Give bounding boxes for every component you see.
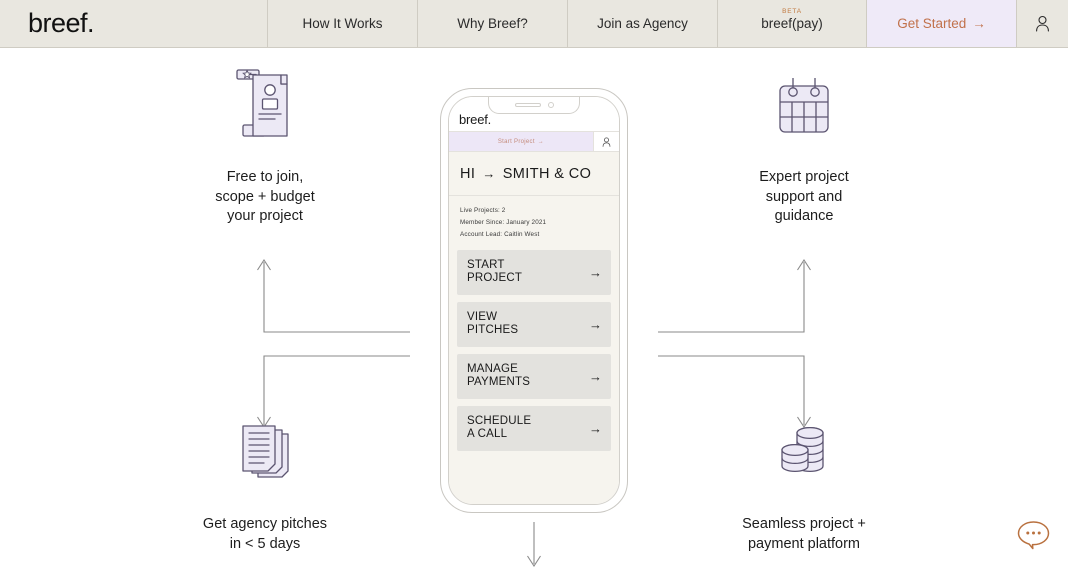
phone-screen: breef. Start Project → HI → SMITH & CO L… xyxy=(448,96,620,505)
arrow-right-icon: → xyxy=(972,16,986,31)
arrow-right-icon: → xyxy=(589,368,602,384)
feature-icon-wrap xyxy=(699,403,909,489)
phone-action-label: MANAGE PAYMENTS xyxy=(467,363,530,390)
feature-expert-support: Expert project support and guidance xyxy=(699,56,909,227)
action-line-1: SCHEDULE xyxy=(467,414,532,427)
nav-item-join-as-agency[interactable]: Join as Agency xyxy=(568,0,718,47)
coin-stacks-icon xyxy=(781,426,824,473)
beta-badge: BETA xyxy=(782,8,802,15)
phone-mockup: breef. Start Project → HI → SMITH & CO L… xyxy=(440,88,628,513)
arrow-right-icon: → xyxy=(537,138,545,145)
phone-action-start-project[interactable]: START PROJECT → xyxy=(457,249,611,295)
hero-diagram: Free to join, scope + budget your project xyxy=(0,48,1068,567)
get-started-button[interactable]: Get Started → xyxy=(867,0,1017,47)
get-started-label: Get Started xyxy=(897,16,967,31)
feature-icon-wrap xyxy=(699,56,909,142)
nav-item-label: How It Works xyxy=(302,16,383,31)
phone-account-button[interactable] xyxy=(593,132,619,151)
greeting-prefix: HI xyxy=(460,165,476,182)
chat-bubble-icon xyxy=(1017,521,1050,550)
person-icon xyxy=(602,136,611,147)
phone-account-stats: Live Projects: 2 Member Since: January 2… xyxy=(449,196,619,250)
page-root: breef. How It Works Why Breef? Join as A… xyxy=(0,0,1068,567)
action-line-1: MANAGE xyxy=(467,362,519,375)
phone-action-label: SCHEDULE A CALL xyxy=(467,415,531,442)
phone-action-manage-payments[interactable]: MANAGE PAYMENTS → xyxy=(457,353,611,399)
phone-action-view-pitches[interactable]: VIEW PITCHES → xyxy=(457,301,611,347)
nav-item-why-breef[interactable]: Why Breef? xyxy=(418,0,568,47)
phone-greeting: HI → SMITH & CO xyxy=(449,152,619,196)
chat-widget-button[interactable] xyxy=(1012,513,1056,557)
feature-payment-platform: Seamless project + payment platform xyxy=(699,403,909,554)
action-line-1: START xyxy=(467,258,505,271)
stat-live-projects: Live Projects: 2 xyxy=(460,207,506,214)
phone-action-label: START PROJECT xyxy=(467,259,522,286)
phone-notch xyxy=(488,97,580,114)
action-line-2: PITCHES xyxy=(467,324,519,337)
feature-free-to-join: Free to join, scope + budget your project xyxy=(160,56,370,227)
phone-action-schedule-a-call[interactable]: SCHEDULE A CALL → xyxy=(457,405,611,451)
stat-member-since: Member Since: January 2021 xyxy=(460,218,547,226)
arrow-right-icon: → xyxy=(482,166,496,181)
nav-item-label: breef(pay) xyxy=(761,16,823,31)
phone-brand-logo: breef. xyxy=(459,112,492,127)
phone-start-project-label: Start Project xyxy=(497,138,535,145)
feature-label: Seamless project + payment platform xyxy=(742,516,866,552)
feature-icon-wrap xyxy=(160,56,370,142)
feature-icon-wrap xyxy=(160,403,370,489)
arrow-right-icon: → xyxy=(589,264,602,280)
nav-item-breef-pay[interactable]: BETA breef(pay) xyxy=(718,0,867,47)
greeting-company-name: SMITH & CO xyxy=(502,165,592,182)
nav-item-how-it-works[interactable]: How It Works xyxy=(268,0,418,47)
action-line-2: A CALL xyxy=(467,428,508,441)
phone-start-project-button[interactable]: Start Project → xyxy=(449,132,593,151)
arrow-right-icon: → xyxy=(589,316,602,332)
arrow-right-icon: → xyxy=(589,420,602,436)
feature-label: Free to join, scope + budget your project xyxy=(215,169,315,225)
top-navigation-bar: breef. How It Works Why Breef? Join as A… xyxy=(0,0,1068,48)
stat-account-lead: Account Lead: Caitlin West xyxy=(460,230,540,238)
action-line-1: VIEW xyxy=(467,310,498,323)
person-icon xyxy=(1036,15,1049,32)
documents-stack-icon xyxy=(242,425,289,478)
phone-action-label: VIEW PITCHES xyxy=(467,311,518,338)
nav-item-label: Join as Agency xyxy=(597,16,688,31)
speaker-icon xyxy=(514,103,541,107)
brand-logo[interactable]: breef. xyxy=(0,0,268,47)
feature-label: Expert project support and guidance xyxy=(759,169,849,225)
phone-action-list: START PROJECT → VIEW PITCHES → MANAGE PA… xyxy=(449,249,619,504)
phone-cta-bar: Start Project → xyxy=(449,132,619,152)
action-line-2: PROJECT xyxy=(467,272,523,285)
camera-icon xyxy=(547,102,554,108)
action-line-2: PAYMENTS xyxy=(467,376,531,389)
feature-label: Get agency pitches in < 5 days xyxy=(202,516,328,552)
scroll-profile-icon xyxy=(236,69,288,137)
account-button[interactable] xyxy=(1017,0,1068,47)
feature-agency-pitches: Get agency pitches in < 5 days xyxy=(160,403,370,554)
nav-item-label: Why Breef? xyxy=(457,16,528,31)
brand-logo-text: breef. xyxy=(28,8,95,38)
calendar-icon xyxy=(779,78,829,133)
